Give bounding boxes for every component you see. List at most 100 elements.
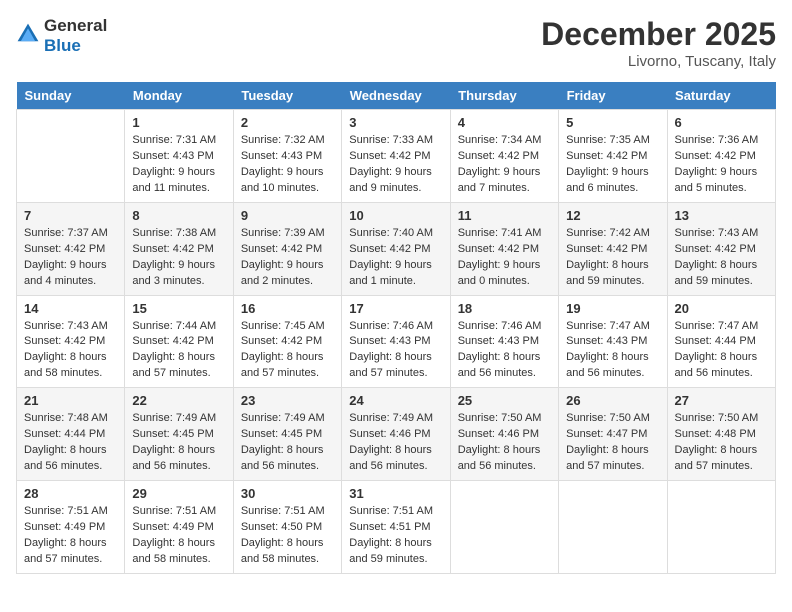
calendar-cell: 17 Sunrise: 7:46 AMSunset: 4:43 PMDayligh… — [342, 295, 450, 388]
cell-info: Sunrise: 7:32 AMSunset: 4:43 PMDaylight:… — [241, 133, 334, 197]
weekday-header: Friday — [559, 82, 667, 110]
weekday-header: Wednesday — [342, 82, 450, 110]
calendar-cell: 7 Sunrise: 7:37 AMSunset: 4:42 PMDaylight… — [17, 202, 125, 295]
calendar-cell: 4Sunrise: 7:34 AMSunset: 4:42 PMDaylight… — [450, 110, 558, 203]
day-number: 9 — [241, 208, 334, 223]
calendar-cell: 11 Sunrise: 7:41 AMSunset: 4:42 PMDayligh… — [450, 202, 558, 295]
calendar-cell: 21 Sunrise: 7:48 AMSunset: 4:44 PMDayligh… — [17, 388, 125, 481]
day-number: 10 — [349, 208, 442, 223]
cell-info: Sunrise: 7:40 AMSunset: 4:42 PMDaylight:… — [349, 226, 442, 290]
day-number: 22 — [132, 393, 225, 408]
logo-general: General — [44, 16, 107, 35]
day-number: 27 — [675, 393, 768, 408]
day-number: 12 — [566, 208, 659, 223]
calendar-cell: 10 Sunrise: 7:40 AMSunset: 4:42 PMDayligh… — [342, 202, 450, 295]
calendar-cell: 5 Sunrise: 7:35 AMSunset: 4:42 PMDaylight… — [559, 110, 667, 203]
weekday-header: Tuesday — [233, 82, 341, 110]
cell-info: Sunrise: 7:41 AMSunset: 4:42 PMDaylight:… — [458, 226, 551, 290]
title-block: December 2025 Livorno, Tuscany, Italy — [541, 16, 776, 70]
day-number: 8 — [132, 208, 225, 223]
calendar-cell: 3Sunrise: 7:33 AMSunset: 4:42 PMDaylight… — [342, 110, 450, 203]
day-number: 25 — [458, 393, 551, 408]
weekday-header: Thursday — [450, 82, 558, 110]
calendar-cell — [17, 110, 125, 203]
calendar-cell — [559, 481, 667, 574]
cell-info: Sunrise: 7:49 AMSunset: 4:46 PMDaylight:… — [349, 411, 442, 475]
cell-info: Sunrise: 7:51 AMSunset: 4:51 PMDaylight:… — [349, 504, 442, 568]
calendar-cell: 9Sunrise: 7:39 AMSunset: 4:42 PMDaylight… — [233, 202, 341, 295]
day-number: 14 — [24, 301, 117, 316]
month-title: December 2025 — [541, 16, 776, 53]
day-number: 7 — [24, 208, 117, 223]
cell-info: Sunrise: 7:45 AMSunset: 4:42 PMDaylight:… — [241, 319, 334, 383]
calendar-cell: 30 Sunrise: 7:51 AMSunset: 4:50 PMDayligh… — [233, 481, 341, 574]
day-number: 16 — [241, 301, 334, 316]
day-number: 24 — [349, 393, 442, 408]
calendar-cell: 23Sunrise: 7:49 AMSunset: 4:45 PMDayligh… — [233, 388, 341, 481]
day-number: 5 — [566, 115, 659, 130]
calendar-cell: 22 Sunrise: 7:49 AMSunset: 4:45 PMDayligh… — [125, 388, 233, 481]
cell-info: Sunrise: 7:46 AMSunset: 4:43 PMDaylight:… — [349, 319, 442, 383]
day-number: 4 — [458, 115, 551, 130]
day-number: 19 — [566, 301, 659, 316]
cell-info: Sunrise: 7:51 AMSunset: 4:49 PMDaylight:… — [132, 504, 225, 568]
cell-info: Sunrise: 7:44 AMSunset: 4:42 PMDaylight:… — [132, 319, 225, 383]
weekday-header-row: SundayMondayTuesdayWednesdayThursdayFrid… — [17, 82, 776, 110]
cell-info: Sunrise: 7:47 AMSunset: 4:44 PMDaylight:… — [675, 319, 768, 383]
calendar-week-row: 14 Sunrise: 7:43 AMSunset: 4:42 PMDayligh… — [17, 295, 776, 388]
day-number: 17 — [349, 301, 442, 316]
cell-info: Sunrise: 7:51 AMSunset: 4:50 PMDaylight:… — [241, 504, 334, 568]
day-number: 11 — [458, 208, 551, 223]
day-number: 3 — [349, 115, 442, 130]
cell-info: Sunrise: 7:38 AMSunset: 4:42 PMDaylight:… — [132, 226, 225, 290]
day-number: 21 — [24, 393, 117, 408]
calendar-week-row: 21 Sunrise: 7:48 AMSunset: 4:44 PMDayligh… — [17, 388, 776, 481]
day-number: 26 — [566, 393, 659, 408]
calendar-cell: 27Sunrise: 7:50 AMSunset: 4:48 PMDayligh… — [667, 388, 775, 481]
logo: General Blue — [16, 16, 107, 56]
cell-info: Sunrise: 7:42 AMSunset: 4:42 PMDaylight:… — [566, 226, 659, 290]
cell-info: Sunrise: 7:35 AMSunset: 4:42 PMDaylight:… — [566, 133, 659, 197]
cell-info: Sunrise: 7:43 AMSunset: 4:42 PMDaylight:… — [675, 226, 768, 290]
location: Livorno, Tuscany, Italy — [541, 53, 776, 70]
weekday-header: Saturday — [667, 82, 775, 110]
calendar-week-row: 28 Sunrise: 7:51 AMSunset: 4:49 PMDayligh… — [17, 481, 776, 574]
day-number: 20 — [675, 301, 768, 316]
day-number: 28 — [24, 486, 117, 501]
calendar-cell: 24 Sunrise: 7:49 AMSunset: 4:46 PMDayligh… — [342, 388, 450, 481]
cell-info: Sunrise: 7:50 AMSunset: 4:47 PMDaylight:… — [566, 411, 659, 475]
calendar-cell: 12 Sunrise: 7:42 AMSunset: 4:42 PMDayligh… — [559, 202, 667, 295]
calendar-week-row: 1Sunrise: 7:31 AMSunset: 4:43 PMDaylight… — [17, 110, 776, 203]
calendar-cell: 1Sunrise: 7:31 AMSunset: 4:43 PMDaylight… — [125, 110, 233, 203]
cell-info: Sunrise: 7:46 AMSunset: 4:43 PMDaylight:… — [458, 319, 551, 383]
logo-blue: Blue — [44, 36, 81, 55]
cell-info: Sunrise: 7:31 AMSunset: 4:43 PMDaylight:… — [132, 133, 225, 197]
calendar-cell — [667, 481, 775, 574]
calendar-cell: 14 Sunrise: 7:43 AMSunset: 4:42 PMDayligh… — [17, 295, 125, 388]
calendar-cell — [450, 481, 558, 574]
calendar-cell: 31 Sunrise: 7:51 AMSunset: 4:51 PMDayligh… — [342, 481, 450, 574]
day-number: 6 — [675, 115, 768, 130]
calendar-cell: 16 Sunrise: 7:45 AMSunset: 4:42 PMDayligh… — [233, 295, 341, 388]
calendar-table: SundayMondayTuesdayWednesdayThursdayFrid… — [16, 82, 776, 574]
cell-info: Sunrise: 7:51 AMSunset: 4:49 PMDaylight:… — [24, 504, 117, 568]
cell-info: Sunrise: 7:50 AMSunset: 4:46 PMDaylight:… — [458, 411, 551, 475]
weekday-header: Sunday — [17, 82, 125, 110]
cell-info: Sunrise: 7:43 AMSunset: 4:42 PMDaylight:… — [24, 319, 117, 383]
day-number: 31 — [349, 486, 442, 501]
cell-info: Sunrise: 7:37 AMSunset: 4:42 PMDaylight:… — [24, 226, 117, 290]
day-number: 30 — [241, 486, 334, 501]
cell-info: Sunrise: 7:48 AMSunset: 4:44 PMDaylight:… — [24, 411, 117, 475]
calendar-cell: 18Sunrise: 7:46 AMSunset: 4:43 PMDayligh… — [450, 295, 558, 388]
cell-info: Sunrise: 7:36 AMSunset: 4:42 PMDaylight:… — [675, 133, 768, 197]
cell-info: Sunrise: 7:49 AMSunset: 4:45 PMDaylight:… — [132, 411, 225, 475]
calendar-cell: 20 Sunrise: 7:47 AMSunset: 4:44 PMDayligh… — [667, 295, 775, 388]
day-number: 29 — [132, 486, 225, 501]
calendar-cell: 28 Sunrise: 7:51 AMSunset: 4:49 PMDayligh… — [17, 481, 125, 574]
calendar-cell: 25 Sunrise: 7:50 AMSunset: 4:46 PMDayligh… — [450, 388, 558, 481]
day-number: 15 — [132, 301, 225, 316]
calendar-cell: 19Sunrise: 7:47 AMSunset: 4:43 PMDayligh… — [559, 295, 667, 388]
calendar-cell: 6 Sunrise: 7:36 AMSunset: 4:42 PMDaylight… — [667, 110, 775, 203]
day-number: 13 — [675, 208, 768, 223]
cell-info: Sunrise: 7:49 AMSunset: 4:45 PMDaylight:… — [241, 411, 334, 475]
